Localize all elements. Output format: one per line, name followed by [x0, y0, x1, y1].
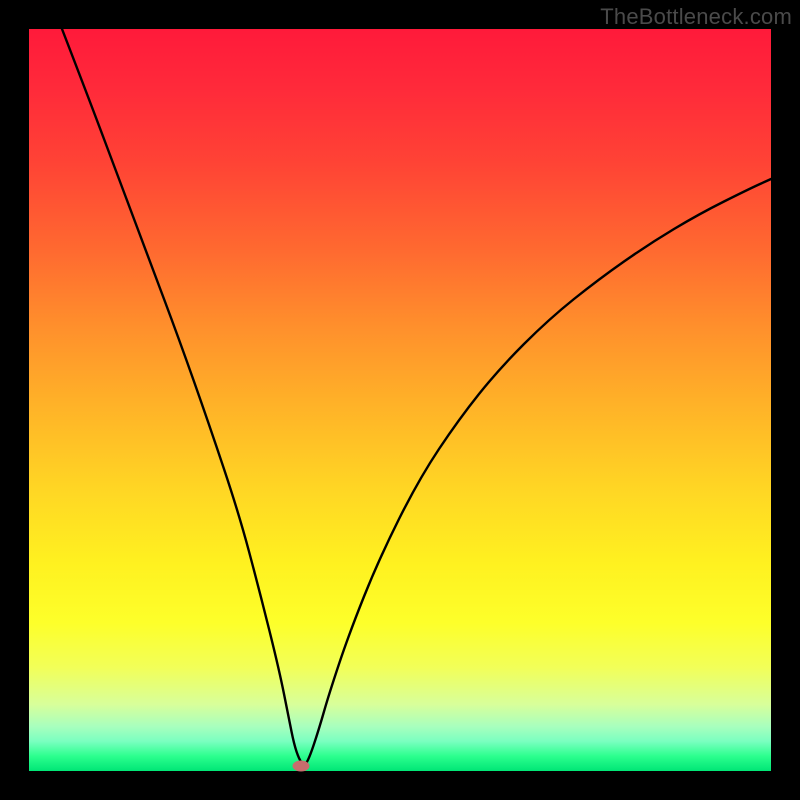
curve-svg [29, 29, 771, 771]
watermark-text: TheBottleneck.com [600, 4, 792, 30]
plot-area [29, 29, 771, 771]
bottleneck-curve [62, 29, 771, 764]
optimum-marker [293, 761, 310, 772]
